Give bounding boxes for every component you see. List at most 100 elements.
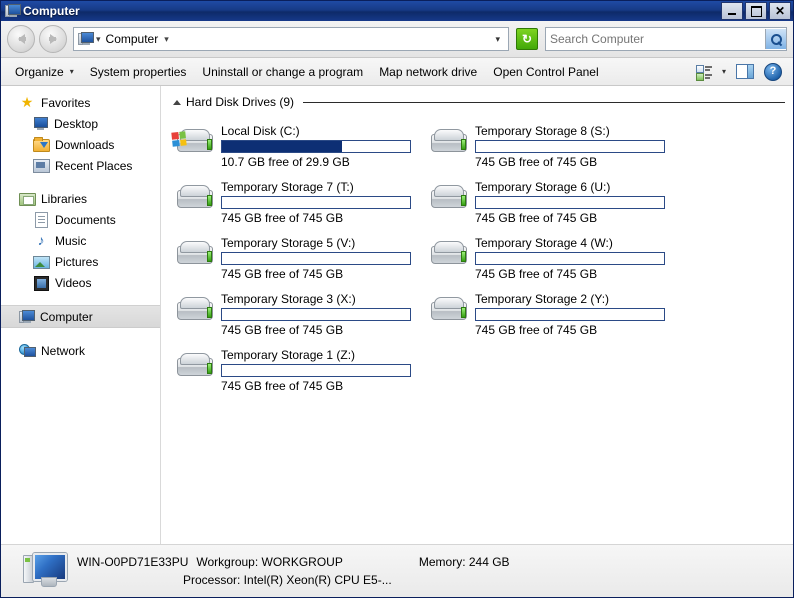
sidebar-group-libraries[interactable]: Libraries [1,188,160,209]
network-icon [19,343,36,359]
sidebar-item-desktop[interactable]: Desktop [1,113,160,134]
preview-pane-button[interactable] [731,62,759,81]
hard-drive-icon [425,238,469,274]
open-control-panel-button[interactable]: Open Control Panel [485,62,606,82]
drive-item[interactable]: Temporary Storage 4 (W:) 745 GB free of … [425,230,679,281]
close-button[interactable]: ✕ [769,2,791,20]
sidebar-separator [1,293,160,305]
hard-drive-windows-icon [171,126,215,162]
star-icon: ★ [20,93,34,110]
drive-item[interactable]: Temporary Storage 7 (T:) 745 GB free of … [171,174,425,225]
chevron-down-icon: ▾ [69,67,74,76]
search-box[interactable] [545,27,787,51]
computer-icon [78,32,94,46]
drive-name: Temporary Storage 5 (V:) [221,236,356,250]
hard-drive-icon [425,182,469,218]
hard-drive-icon [425,126,469,162]
details-text: WIN-O0PD71E33PU Workgroup: WORKGROUP Mem… [77,553,510,589]
drive-name: Local Disk (C:) [221,124,300,138]
collapse-triangle-icon[interactable] [173,99,181,105]
window-controls: ✕ [721,2,791,20]
drive-grid: Local Disk (C:) 10.7 GB free of 29.9 GB … [171,118,793,393]
drive-info: Temporary Storage 8 (S:) 745 GB free of … [475,118,665,169]
map-network-drive-button[interactable]: Map network drive [371,62,485,82]
group-header-label: Hard Disk Drives (9) [186,95,295,109]
capacity-meter [221,252,411,265]
sidebar-item-pictures[interactable]: Pictures [1,251,160,272]
documents-icon [33,211,49,228]
drive-name: Temporary Storage 8 (S:) [475,124,610,138]
search-input[interactable] [546,30,765,48]
hard-drive-icon [171,294,215,330]
address-dropdown-icon[interactable]: ▾ [489,34,506,45]
system-properties-button[interactable]: System properties [82,62,195,82]
view-dropdown-button[interactable]: ▾ [717,65,731,78]
sidebar-item-downloads[interactable]: Downloads [1,134,160,155]
navigation-pane: ★ Favorites Desktop Downloads Recent Pla… [1,86,161,544]
group-header-hard-disk-drives[interactable]: Hard Disk Drives (9) [171,94,793,110]
sidebar-label: Network [41,343,86,358]
minimize-button[interactable] [721,2,743,20]
drive-item[interactable]: Temporary Storage 8 (S:) 745 GB free of … [425,118,679,169]
maximize-button[interactable] [745,2,767,20]
sidebar-item-music[interactable]: ♪ Music [1,230,160,251]
sidebar-separator [1,328,160,340]
window-body: ★ Favorites Desktop Downloads Recent Pla… [1,86,793,544]
close-icon: ✕ [774,3,786,18]
computer-name: WIN-O0PD71E33PU [77,555,189,569]
breadcrumb-next-caret[interactable]: ▾ [164,34,169,45]
drive-free-space: 745 GB free of 745 GB [475,267,598,281]
sidebar-item-documents[interactable]: Documents [1,209,160,230]
navigation-bar: ▾ Computer ▾ ▾ ↻ [1,21,793,58]
sidebar-label: Documents [55,212,116,227]
sidebar-label: Pictures [55,254,99,269]
drive-item[interactable]: Local Disk (C:) 10.7 GB free of 29.9 GB [171,118,425,169]
forward-button[interactable] [39,25,67,53]
breadcrumb-caret[interactable]: ▾ [96,34,101,45]
help-button[interactable]: ? [759,61,787,83]
drive-free-space: 10.7 GB free of 29.9 GB [221,155,350,169]
drive-name: Temporary Storage 3 (X:) [221,292,356,306]
drive-item[interactable]: Temporary Storage 2 (Y:) 745 GB free of … [425,286,679,337]
recent-places-icon [33,158,50,174]
drive-item[interactable]: Temporary Storage 3 (X:) 745 GB free of … [171,286,425,337]
explorer-window: Computer ✕ ▾ Computer ▾ ▾ ↻ Search Compu… [0,0,794,598]
sidebar-item-network[interactable]: Network [1,340,160,361]
drive-info: Temporary Storage 7 (T:) 745 GB free of … [221,174,411,225]
drive-name: Temporary Storage 4 (W:) [475,236,613,250]
search-button[interactable] [765,29,786,49]
drive-item[interactable]: Temporary Storage 5 (V:) 745 GB free of … [171,230,425,281]
drive-item[interactable]: Temporary Storage 1 (Z:) 745 GB free of … [171,342,425,393]
sidebar-item-recent-places[interactable]: Recent Places [1,155,160,176]
organize-label: Organize [15,64,64,79]
hard-drive-icon [425,294,469,330]
views-icon [695,64,712,81]
sidebar-label: Recent Places [55,158,133,173]
music-icon: ♪ [37,231,45,248]
title-bar: Computer ✕ [1,1,793,21]
sidebar-item-computer[interactable]: Computer [1,305,160,328]
hard-drive-icon [171,350,215,386]
capacity-meter [475,140,665,153]
sidebar-label: Desktop [54,116,99,131]
capacity-meter [221,140,411,153]
change-view-button[interactable] [691,63,717,81]
organize-button[interactable]: Organize ▾ [7,62,82,82]
uninstall-change-program-button[interactable]: Uninstall or change a program [194,62,371,82]
sidebar-item-videos[interactable]: Videos [1,272,160,293]
address-bar[interactable]: ▾ Computer ▾ ▾ [73,27,509,51]
sidebar-label: Downloads [55,137,115,152]
breadcrumb-computer[interactable]: Computer [106,32,159,46]
drive-name: Temporary Storage 6 (U:) [475,180,611,194]
refresh-icon[interactable]: ↻ [516,28,538,50]
group-header-rule [303,101,785,103]
window-title: Computer [23,4,80,18]
capacity-meter-fill [222,141,343,152]
sidebar-group-favorites[interactable]: ★ Favorites [1,92,160,113]
back-button[interactable] [7,25,35,53]
drive-info: Temporary Storage 1 (Z:) 745 GB free of … [221,342,411,393]
videos-icon [33,275,49,291]
command-toolbar: Organize ▾ System properties Uninstall o… [1,58,793,86]
drive-item[interactable]: Temporary Storage 6 (U:) 745 GB free of … [425,174,679,225]
drive-info: Local Disk (C:) 10.7 GB free of 29.9 GB [221,118,411,169]
